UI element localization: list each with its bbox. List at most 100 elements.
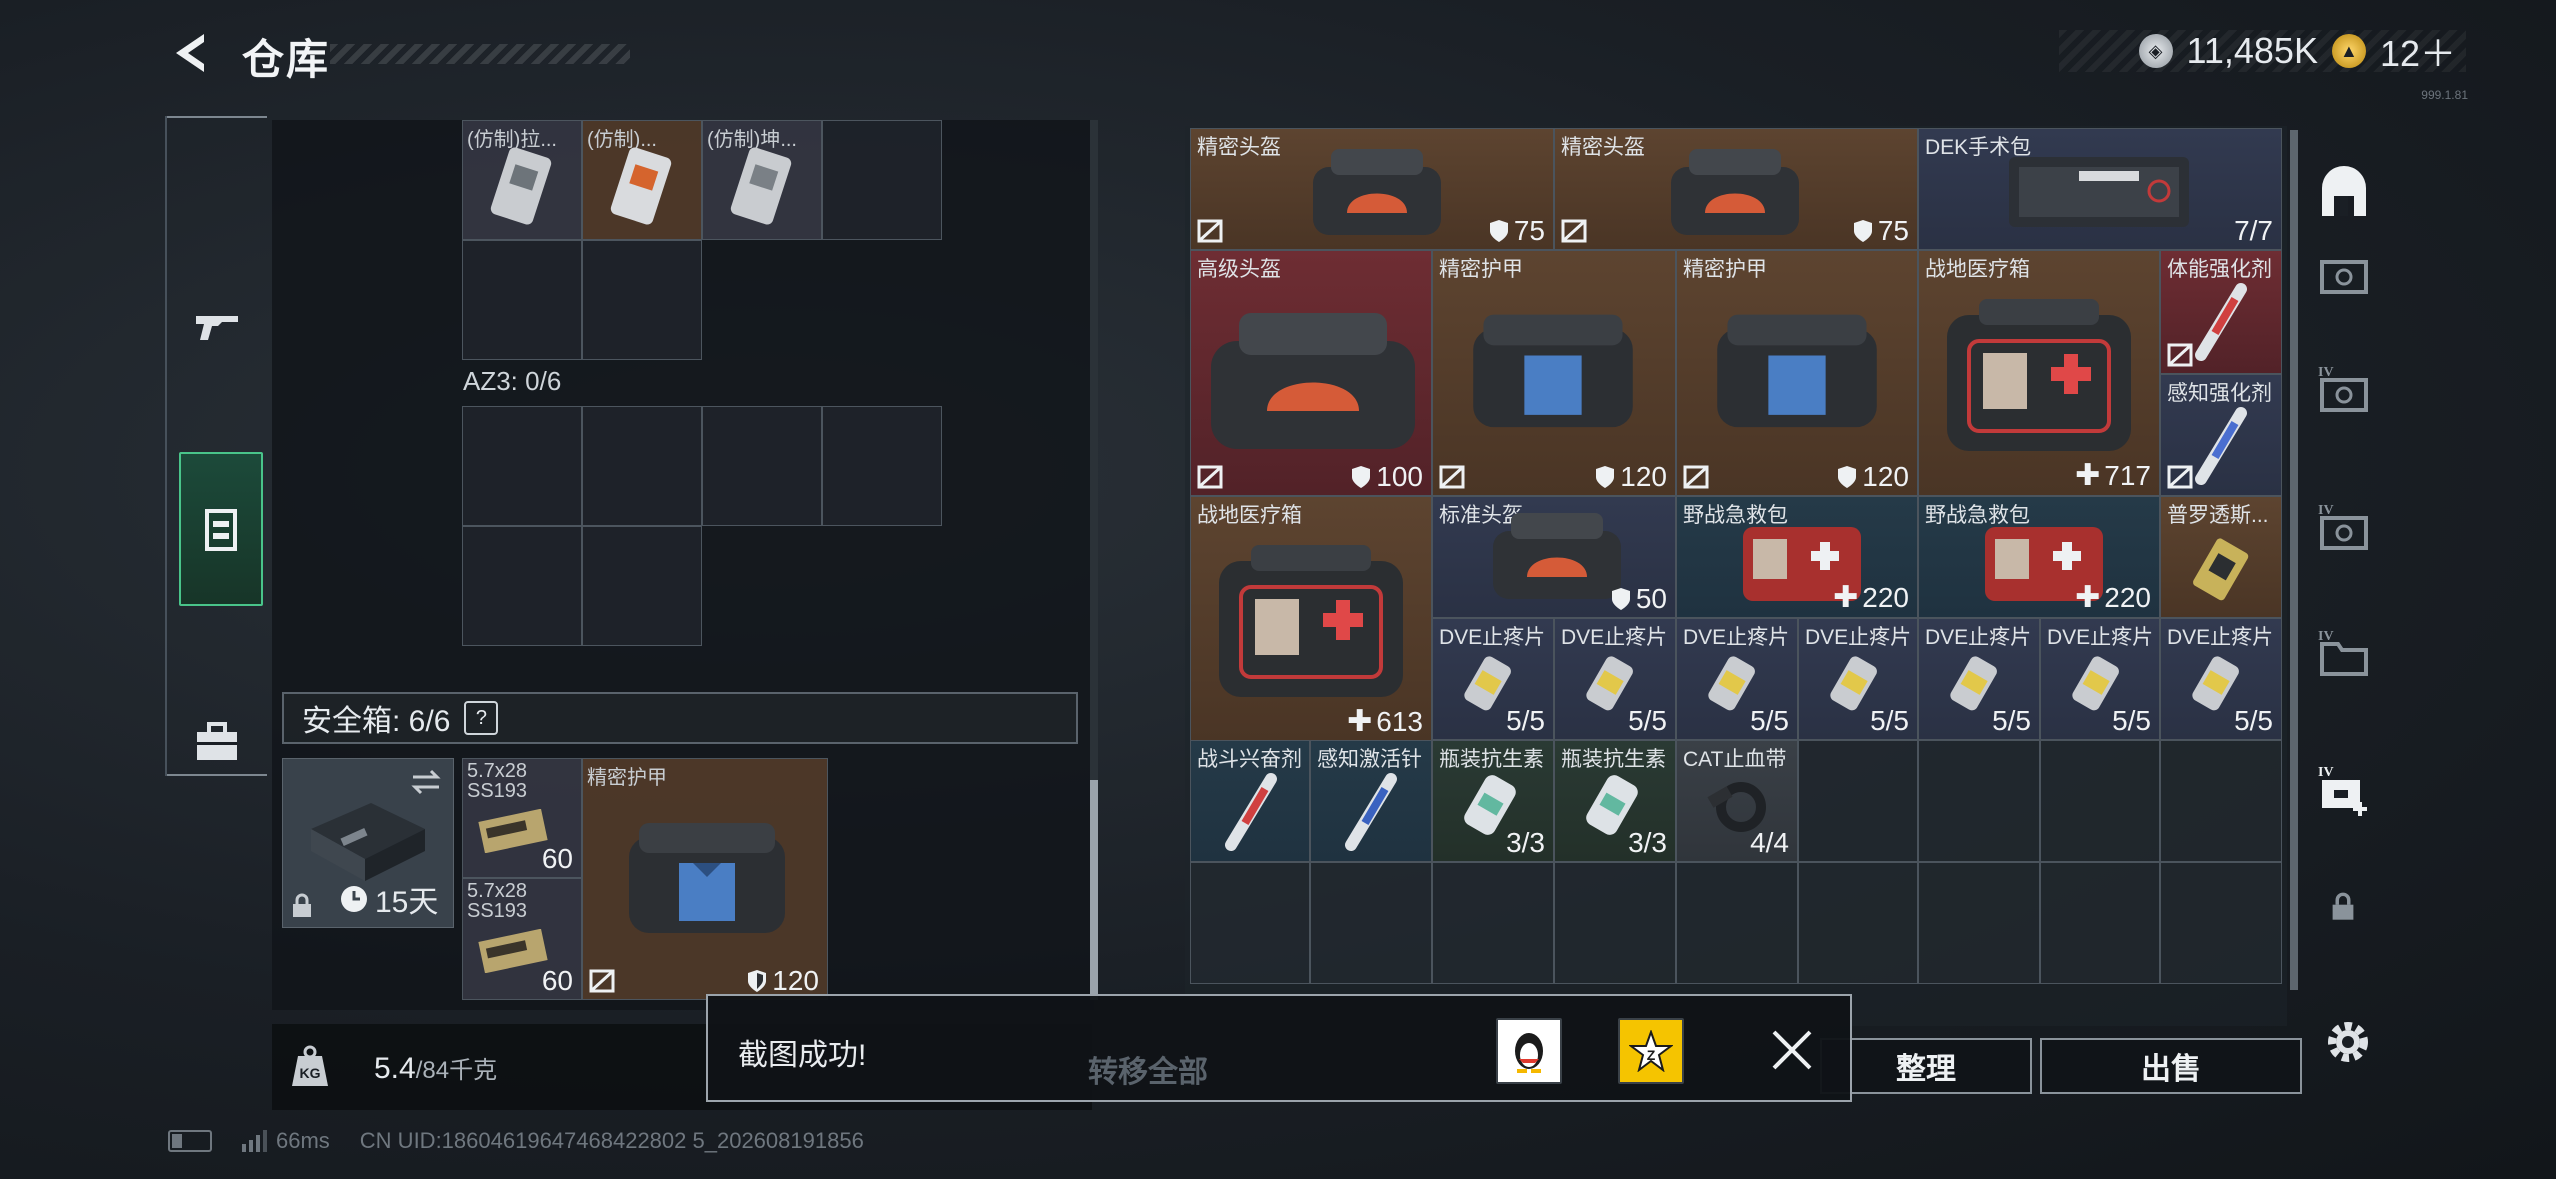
syringe-icon: [1225, 773, 1277, 851]
grid-item[interactable]: 普罗透斯...: [2160, 496, 2282, 618]
safe-item-armor[interactable]: 精密护甲 120: [582, 758, 828, 1000]
storage-item[interactable]: (仿制)...: [582, 120, 702, 240]
helmet-bag-icon: [1671, 149, 1799, 235]
safe-item-ammo[interactable]: 5.7x28 SS193 60: [462, 878, 582, 1000]
empty-slot[interactable]: [2160, 740, 2282, 862]
storage-iv-folder-icon[interactable]: IV: [2316, 626, 2372, 682]
empty-slot[interactable]: [1918, 740, 2040, 862]
grid-item[interactable]: 体能强化剂: [2160, 250, 2282, 374]
grid-item[interactable]: 精密头盔 75: [1190, 128, 1554, 250]
grid-item[interactable]: DVE止疼片 5/5: [2040, 618, 2160, 740]
empty-slot[interactable]: [1310, 862, 1432, 984]
grid-item[interactable]: 野战急救包 ✚ 220: [1918, 496, 2160, 618]
grid-item[interactable]: DVE止疼片 5/5: [1432, 618, 1554, 740]
token-amount[interactable]: 12＋: [2380, 25, 2456, 77]
qzone-star-icon: Z: [1629, 1030, 1673, 1072]
grid-item[interactable]: DVE止疼片 5/5: [1676, 618, 1798, 740]
close-icon[interactable]: [1768, 1026, 1816, 1074]
empty-slot[interactable]: [1432, 862, 1554, 984]
settings-gear-icon[interactable]: [2322, 1016, 2374, 1068]
container-icon: [205, 509, 237, 551]
empty-slot[interactable]: [2040, 740, 2160, 862]
empty-slot[interactable]: [1554, 862, 1676, 984]
shield-icon: [1352, 466, 1371, 488]
empty-slot[interactable]: [1190, 862, 1310, 984]
lock-icon: [2332, 892, 2354, 920]
syringe-icon: [2195, 407, 2247, 485]
empty-slot[interactable]: [582, 526, 702, 646]
empty-slot[interactable]: [1918, 862, 2040, 984]
empty-slot[interactable]: [2040, 862, 2160, 984]
vault-icon[interactable]: [2316, 166, 2372, 222]
grid-item[interactable]: 感知强化剂: [2160, 374, 2282, 496]
empty-slot[interactable]: [702, 406, 822, 526]
currency-display: ◈ 11,485K ▲ 12＋: [2058, 30, 2466, 74]
share-qzone-button[interactable]: Z: [1618, 1018, 1684, 1084]
empty-slot[interactable]: [462, 406, 582, 526]
transfer-all-button[interactable]: 转移全部: [1088, 1047, 1208, 1091]
grid-item[interactable]: DEK手术包 7/7: [1918, 128, 2282, 250]
storage-iv-icon[interactable]: [2316, 246, 2372, 302]
empty-slot[interactable]: [1676, 862, 1798, 984]
coin-icon: ◈: [2138, 34, 2173, 68]
grid-item[interactable]: DVE止疼片 5/5: [2160, 618, 2282, 740]
safe-box-slot[interactable]: 15天: [282, 758, 454, 928]
grid-item[interactable]: 瓶装抗生素 3/3: [1432, 740, 1554, 862]
empty-slot[interactable]: [822, 406, 942, 526]
timer: 15天: [339, 877, 438, 921]
tab-weapon[interactable]: [177, 266, 257, 386]
scrollbar-thumb[interactable]: [1090, 780, 1098, 1000]
grid-item[interactable]: DVE止疼片 5/5: [1554, 618, 1676, 740]
empty-slot[interactable]: [582, 240, 702, 360]
armor-icon: [629, 823, 785, 933]
container-sidebar: IV IV IV IV: [2298, 126, 2390, 920]
sell-button[interactable]: 出售: [2040, 1038, 2302, 1094]
uid-text: CN UID:18604619647468422802 5_2026081918…: [359, 1128, 864, 1153]
grid-item[interactable]: CAT止血带 4/4: [1676, 740, 1798, 862]
empty-slot[interactable]: [1798, 740, 1918, 862]
empty-slot[interactable]: [462, 240, 582, 360]
storage-iv-icon[interactable]: IV: [2316, 500, 2372, 556]
storage-iv-icon[interactable]: IV: [2316, 362, 2372, 418]
scrollbar-thumb[interactable]: [2290, 130, 2298, 990]
grid-item[interactable]: 精密护甲 120: [1432, 250, 1676, 496]
grid-item[interactable]: 野战急救包 ✚ 220: [1676, 496, 1918, 618]
grid-item[interactable]: 战斗兴奋剂: [1190, 740, 1310, 862]
grid-item[interactable]: 精密护甲 120: [1676, 250, 1918, 496]
storage-scrollbar[interactable]: [1090, 120, 1098, 1000]
grid-item[interactable]: 感知激活针: [1310, 740, 1432, 862]
medical-storage-icon[interactable]: IV: [2316, 762, 2372, 818]
empty-slot[interactable]: [1798, 862, 1918, 984]
grid-item[interactable]: 标准头盔 50: [1432, 496, 1676, 618]
storage-item[interactable]: (仿制)拉...: [462, 120, 582, 240]
safe-item-ammo[interactable]: 5.7x28 SS193 60: [462, 758, 582, 878]
status-bar: 66ms CN UID:18604619647468422802 5_20260…: [168, 1128, 864, 1154]
shield-icon: [1489, 220, 1508, 242]
empty-slot[interactable]: [582, 406, 702, 526]
grid-item[interactable]: 战地医疗箱 ✚ 717: [1918, 250, 2160, 496]
grid-item[interactable]: 瓶装抗生素 3/3: [1554, 740, 1676, 862]
storage-item[interactable]: (仿制)坤...: [702, 120, 822, 240]
swap-icon[interactable]: [409, 767, 443, 797]
empty-slot[interactable]: [462, 526, 582, 646]
empty-slot[interactable]: [2160, 862, 2282, 984]
grid-item[interactable]: DVE止疼片 5/5: [1798, 618, 1918, 740]
grid-item[interactable]: 战地医疗箱 ✚ 613: [1190, 496, 1432, 742]
surgery-kit-icon: [2009, 157, 2189, 227]
sidebar-divider: [167, 116, 267, 118]
page-title: 仓库: [242, 36, 331, 83]
grid-item[interactable]: DVE止疼片 5/5: [1918, 618, 2040, 740]
share-qq-button[interactable]: [1496, 1018, 1562, 1084]
grid-scrollbar[interactable]: [2290, 130, 2298, 990]
grid-item[interactable]: 高级头盔 100: [1190, 250, 1432, 496]
svg-text:Z: Z: [1647, 1047, 1656, 1063]
help-button[interactable]: ?: [464, 701, 499, 735]
toolbox-icon: [197, 722, 237, 760]
tab-toolbox[interactable]: [177, 682, 257, 802]
syringe-icon: [1345, 773, 1397, 851]
category-sidebar: [165, 116, 267, 776]
back-arrow-icon[interactable]: [168, 30, 214, 76]
grid-item[interactable]: 精密头盔 75: [1554, 128, 1918, 250]
empty-slot[interactable]: [822, 120, 942, 240]
tab-container[interactable]: [179, 452, 263, 606]
